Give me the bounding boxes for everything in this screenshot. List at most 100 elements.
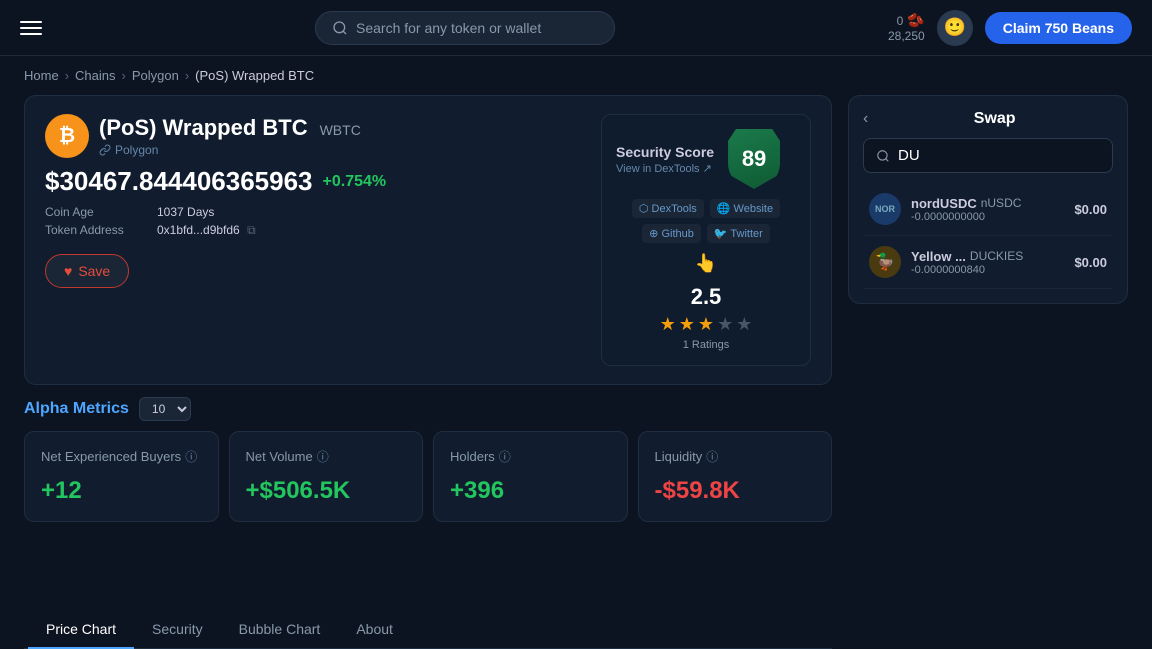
security-view-link[interactable]: View in DexTools ↗ <box>616 162 714 175</box>
bean-icon: 🫘 <box>907 12 924 29</box>
avatar-icon: 🙂 <box>943 17 965 38</box>
token-ticker: WBTC <box>320 122 361 138</box>
dextools-link[interactable]: ⬡ DexTools <box>632 199 704 218</box>
token-name-block: (PoS) Wrapped BTC WBTC Polygon <box>99 115 361 157</box>
metric-value-2: +396 <box>450 477 504 504</box>
header-right: 0 🫘 28,250 🙂 Claim 750 Beans <box>888 10 1132 46</box>
swap-title: Swap <box>876 110 1113 128</box>
token-icon: ₿ <box>45 114 89 158</box>
metric-title-3: Liquidity <box>655 449 703 464</box>
rating-row: 2.5 ★ ★ ★ ★ ★ 1 Ratings <box>616 284 796 351</box>
token-list-price-1: $0.00 <box>1074 255 1107 270</box>
security-title: Security Score <box>616 144 714 160</box>
token-address-label: Token Address <box>45 223 145 238</box>
info-icon-0[interactable]: ⓘ <box>185 448 197 465</box>
star-rating: ★ ★ ★ ★ ★ <box>660 314 753 335</box>
save-label: Save <box>78 263 110 279</box>
swap-search-input[interactable] <box>898 147 1100 164</box>
swap-search-icon <box>876 149 890 163</box>
metric-title-row-2: Holders ⓘ <box>450 448 611 465</box>
coin-age-label: Coin Age <box>45 205 145 219</box>
token-address-value: 0x1bfd...d9bfd6 ⧉ <box>157 223 256 238</box>
token-list-ticker-1: DUCKIES <box>970 249 1023 263</box>
token-list-ticker-0: nUSDC <box>981 196 1022 210</box>
left-panel: ₿ (PoS) Wrapped BTC WBTC Polygon <box>24 95 832 649</box>
token-list-name-0: nordUSDC <box>911 196 977 211</box>
website-link[interactable]: 🌐 Website <box>710 199 780 218</box>
twitter-link[interactable]: 🐦 Twitter <box>707 224 770 243</box>
tab-price-chart[interactable]: Price Chart <box>28 611 134 649</box>
security-text: Security Score View in DexTools ↗ <box>616 144 714 175</box>
breadcrumb-sep-2: › <box>122 68 126 83</box>
token-icon-letter: ₿ <box>59 125 75 148</box>
search-icon <box>332 20 348 36</box>
breadcrumb-sep-1: › <box>65 68 69 83</box>
token-card: ₿ (PoS) Wrapped BTC WBTC Polygon <box>24 95 832 385</box>
security-badge: 89 <box>728 129 780 189</box>
tab-security[interactable]: Security <box>134 611 221 649</box>
alpha-header: Alpha Metrics 10 30 90 <box>24 397 832 421</box>
metric-value-0: +12 <box>41 477 82 504</box>
list-item[interactable]: NOR nordUSDC nUSDC -0.0000000000 $0.00 <box>863 183 1113 236</box>
alpha-metrics-section: Alpha Metrics 10 30 90 Net Experienced B… <box>24 397 832 595</box>
header-center: Search for any token or wallet <box>42 11 888 45</box>
swap-search[interactable] <box>863 138 1113 173</box>
token-header: ₿ (PoS) Wrapped BTC WBTC Polygon <box>45 114 581 158</box>
chain-icon <box>99 144 111 156</box>
token-list-icon-0: NOR <box>869 193 901 225</box>
search-bar[interactable]: Search for any token or wallet <box>315 11 615 45</box>
breadcrumb-current: (PoS) Wrapped BTC <box>195 68 314 83</box>
token-list-change-1: -0.0000000840 <box>911 264 1064 276</box>
info-icon-1[interactable]: ⓘ <box>317 448 329 465</box>
meta-row-address: Token Address 0x1bfd...d9bfd6 ⧉ <box>45 223 581 238</box>
header: Search for any token or wallet 0 🫘 28,25… <box>0 0 1152 56</box>
breadcrumb-home[interactable]: Home <box>24 68 59 83</box>
menu-button[interactable] <box>20 21 42 35</box>
token-list-info-1: Yellow ... DUCKIES -0.0000000840 <box>911 249 1064 276</box>
back-arrow-icon[interactable]: ‹ <box>863 110 868 128</box>
copy-icon[interactable]: ⧉ <box>247 223 256 237</box>
tab-about[interactable]: About <box>338 611 411 649</box>
breadcrumb-chains[interactable]: Chains <box>75 68 115 83</box>
claim-button[interactable]: Claim 750 Beans <box>985 12 1132 44</box>
list-item[interactable]: 🦆 Yellow ... DUCKIES -0.0000000840 $0.00 <box>863 236 1113 289</box>
heart-icon: ♥ <box>64 263 72 279</box>
tab-bubble-chart[interactable]: Bubble Chart <box>221 611 339 649</box>
info-icon-2[interactable]: ⓘ <box>499 448 511 465</box>
token-list-change-0: -0.0000000000 <box>911 211 1064 223</box>
breadcrumb-polygon[interactable]: Polygon <box>132 68 179 83</box>
meta-row-age: Coin Age 1037 Days <box>45 205 581 219</box>
beans-counter: 0 🫘 28,250 <box>888 12 925 43</box>
star-5: ★ <box>736 314 752 335</box>
avatar[interactable]: 🙂 <box>937 10 973 46</box>
alpha-title: Alpha Metrics <box>24 400 129 418</box>
metric-title-2: Holders <box>450 449 495 464</box>
token-meta: Coin Age 1037 Days Token Address 0x1bfd.… <box>45 205 581 238</box>
token-info: ₿ (PoS) Wrapped BTC WBTC Polygon <box>45 114 581 366</box>
metric-card-1: Net Volume ⓘ +$506.5K <box>229 431 424 522</box>
rating-count: 1 Ratings <box>683 339 729 351</box>
token-price: $30467.844406365963 <box>45 166 313 197</box>
star-2: ★ <box>679 314 695 335</box>
star-4: ★ <box>717 314 733 335</box>
metric-title-0: Net Experienced Buyers <box>41 449 181 464</box>
github-link[interactable]: ⊕ Github <box>642 224 701 243</box>
token-list-icon-1: 🦆 <box>869 246 901 278</box>
cursor-pointer-icon: 👆 <box>695 253 717 274</box>
metric-title-row-0: Net Experienced Buyers ⓘ <box>41 448 202 465</box>
token-list: NOR nordUSDC nUSDC -0.0000000000 $0.00 🦆… <box>863 183 1113 289</box>
security-score: 89 <box>742 146 766 172</box>
metric-title-row-3: Liquidity ⓘ <box>655 448 816 465</box>
beans-count: 0 <box>897 14 904 28</box>
chain-label: Polygon <box>115 143 158 157</box>
period-select[interactable]: 10 30 90 <box>139 397 191 421</box>
metric-title-row-1: Net Volume ⓘ <box>246 448 407 465</box>
search-placeholder: Search for any token or wallet <box>356 20 541 36</box>
token-name: (PoS) Wrapped BTC <box>99 115 308 141</box>
token-list-name-1: Yellow ... <box>911 249 966 264</box>
security-links: ⬡ DexTools 🌐 Website ⊕ Github 🐦 Twitter <box>616 199 796 243</box>
save-button[interactable]: ♥ Save <box>45 254 129 288</box>
token-chain: Polygon <box>99 143 361 157</box>
info-icon-3[interactable]: ⓘ <box>706 448 718 465</box>
metrics-grid: Net Experienced Buyers ⓘ +12 Net Volume … <box>24 431 832 522</box>
